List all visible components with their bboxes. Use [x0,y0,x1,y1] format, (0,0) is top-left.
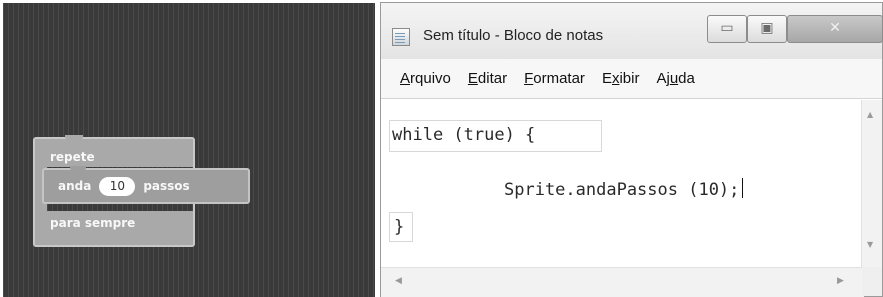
title-bar[interactable]: Sem título - Bloco de notas ▭ ▣ ✕ [381,3,883,59]
maximize-button[interactable]: ▣ [747,15,787,43]
menu-bar: Arquivo Editar Formatar Exibir Ajuda [381,59,882,99]
vertical-scrollbar[interactable]: ▲ ▼ [861,100,882,267]
menu-editar[interactable]: Editar [468,70,507,87]
menu-accel-key: E [467,70,478,87]
menu-accel-key: u [669,70,679,87]
code-line: Sprite.andaPassos (10); [504,178,744,200]
scrollbar-corner [862,267,882,296]
minimize-button[interactable]: ▭ [707,15,747,43]
menu-ajuda[interactable]: Ajuda [656,70,694,87]
scroll-left-icon[interactable]: ◀ [395,276,402,286]
menu-accel-key: A [400,70,411,87]
menu-label-part: rquivo [410,70,451,87]
move-block-notch [70,166,86,171]
loop-bottom-label: para sempre [50,216,136,230]
code-line: } [394,217,405,237]
menu-label-part: ormatar [533,70,585,87]
move-label-before: anda [58,179,92,193]
menu-exibir[interactable]: Exibir [602,70,640,87]
script-stage: repete para sempre [3,3,375,297]
text-caret [742,178,744,198]
text-editor-area[interactable]: while (true) { Sprite.andaPassos (10); } [381,100,864,267]
menu-label-part: da [678,70,695,87]
menu-accel-key: F [524,70,534,87]
code-line-text: Sprite.andaPassos (10); [504,180,740,200]
steps-input[interactable]: 10 [99,176,136,196]
menu-label-part: ibir [619,70,640,87]
menu-label-part: E [601,70,612,87]
menu-arquivo[interactable]: Arquivo [400,70,451,87]
loop-top-label: repete [50,150,95,164]
scroll-up-icon[interactable]: ▲ [867,110,873,119]
notepad-icon [392,28,410,46]
window-title: Sem título - Bloco de notas [423,27,604,44]
move-label-after: passos [143,179,190,193]
horizontal-scrollbar[interactable]: ◀ ▶ [381,267,864,297]
scroll-right-icon[interactable]: ▶ [837,276,844,286]
move-steps-block[interactable]: anda 10 passos [42,166,250,204]
scroll-down-icon[interactable]: ▼ [867,240,873,249]
close-button[interactable]: ✕ [787,15,883,43]
code-line: while (true) { [392,125,536,145]
notepad-window: Sem título - Bloco de notas ▭ ▣ ✕ Arquiv… [380,2,883,297]
menu-label-part: ditar [477,70,508,87]
menu-formatar[interactable]: Formatar [524,70,585,87]
loop-notch [65,135,83,140]
menu-label-part: Aj [656,70,670,87]
